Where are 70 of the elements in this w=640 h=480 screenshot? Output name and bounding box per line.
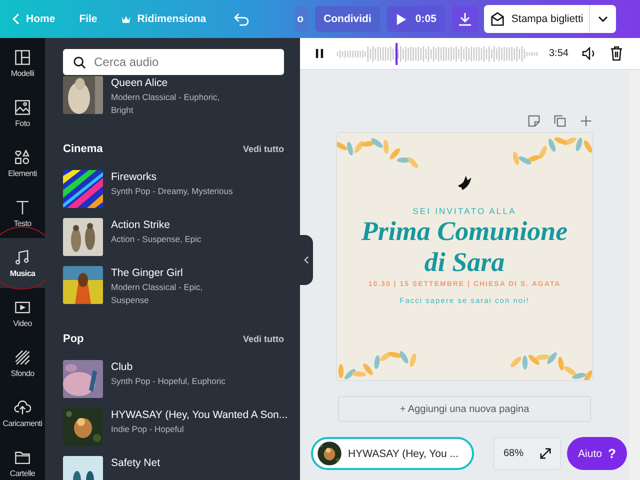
sidebar-item[interactable]: Caricamenti <box>0 388 45 438</box>
text-icon <box>14 198 31 216</box>
track-title: The Ginger Girl <box>111 266 184 281</box>
track-item[interactable]: Club Synth Pop - Hopeful, Euphoric <box>63 360 284 398</box>
toolbar-button[interactable]: o <box>295 6 309 32</box>
caret-icon <box>598 16 608 22</box>
sidebar-item[interactable]: Modelli <box>0 38 45 88</box>
see-all-link[interactable]: Vedi tutto <box>243 334 284 344</box>
cloud-upload-icon <box>14 398 31 416</box>
note-icon[interactable] <box>528 115 540 127</box>
track-genre: Action - Suspense, Epic <box>111 233 202 246</box>
hatch-icon <box>14 348 31 366</box>
sidebar-item[interactable]: Testo <box>0 188 45 238</box>
pause-icon[interactable] <box>315 48 324 59</box>
download-button[interactable] <box>452 6 478 32</box>
section-title: Cinema <box>63 143 103 155</box>
scrollbar[interactable] <box>629 70 640 480</box>
track-item[interactable]: The Ginger Girl Modern Classical - Epic, Suspense <box>63 266 284 307</box>
track-item[interactable]: Safety Net <box>63 456 284 480</box>
play-icon <box>396 12 408 26</box>
trash-icon[interactable] <box>610 46 624 61</box>
duration-text: 3:54 <box>549 48 568 59</box>
share-button[interactable]: Condividi <box>314 6 380 32</box>
now-playing-button[interactable]: HYWASAY (Hey, You ... <box>311 437 474 470</box>
image-icon <box>14 98 31 116</box>
music-note-icon <box>14 248 31 266</box>
track-title: HYWASAY (Hey, You Wanted A Son... <box>111 408 286 423</box>
track-title: Action Strike <box>111 218 171 233</box>
copy-icon[interactable] <box>554 115 566 127</box>
shapes-icon <box>14 148 31 166</box>
track-title: Safety Net <box>111 456 162 471</box>
sidebar-item[interactable]: Cartelle <box>0 438 45 480</box>
section-title: Pop <box>63 333 84 345</box>
collapse-handle[interactable] <box>300 235 313 285</box>
search-field[interactable]: Cerca audio <box>63 49 284 75</box>
chevron-left-icon <box>304 256 309 264</box>
download-icon <box>458 12 472 26</box>
undo-icon[interactable] <box>234 12 250 26</box>
sidebar-item[interactable]: Sfondo <box>0 338 45 388</box>
sidebar-item[interactable]: Musica <box>0 238 45 288</box>
sidebar-item[interactable]: Video <box>0 288 45 338</box>
track-title: Club <box>111 360 134 375</box>
invite-intro: SEI INVITATO ALLA <box>412 206 516 216</box>
invite-title: di Sara <box>424 247 505 278</box>
track-genre: Modern Classical - Epic, Suspense <box>111 281 204 307</box>
track-genre: Synth Pop - Dreamy, Mysterious <box>111 185 234 198</box>
expand-icon <box>540 448 550 459</box>
crown-icon <box>121 14 132 24</box>
search-icon <box>73 56 86 69</box>
help-button[interactable]: Aiuto ? <box>567 437 627 470</box>
track-item[interactable]: Fireworks Synth Pop - Dreamy, Mysterious <box>63 170 284 208</box>
see-all-link[interactable]: Vedi tutto <box>243 144 284 154</box>
track-genre: Modern Classical - Euphoric, Bright <box>111 91 221 117</box>
track-genre: Synth Pop - Hopeful, Euphoric <box>111 375 226 388</box>
track-item[interactable]: Action Strike Action - Suspense, Epic <box>63 218 284 256</box>
sidebar-item[interactable]: Foto <box>0 88 45 138</box>
zoom-button[interactable]: 68% <box>493 437 561 470</box>
track-genre: Indie Pop - Hopeful <box>111 423 185 436</box>
add-page-button[interactable]: + Aggiungi una nuova pagina <box>338 396 591 422</box>
envelope-icon <box>490 12 506 26</box>
plus-icon[interactable] <box>580 115 592 127</box>
track-title: Queen Alice <box>111 76 169 91</box>
layout-icon <box>14 48 31 66</box>
play-button[interactable]: 0:05 <box>387 6 446 32</box>
playhead[interactable] <box>396 42 398 64</box>
chevron-left-icon <box>12 13 20 25</box>
track-item[interactable]: Queen Alice Modern Classical - Euphoric, Bright <box>63 76 284 117</box>
track-title: Fireworks <box>111 170 158 185</box>
invite-title: Prima Comunione <box>361 216 568 247</box>
sidebar-item[interactable]: Elementi <box>0 138 45 188</box>
